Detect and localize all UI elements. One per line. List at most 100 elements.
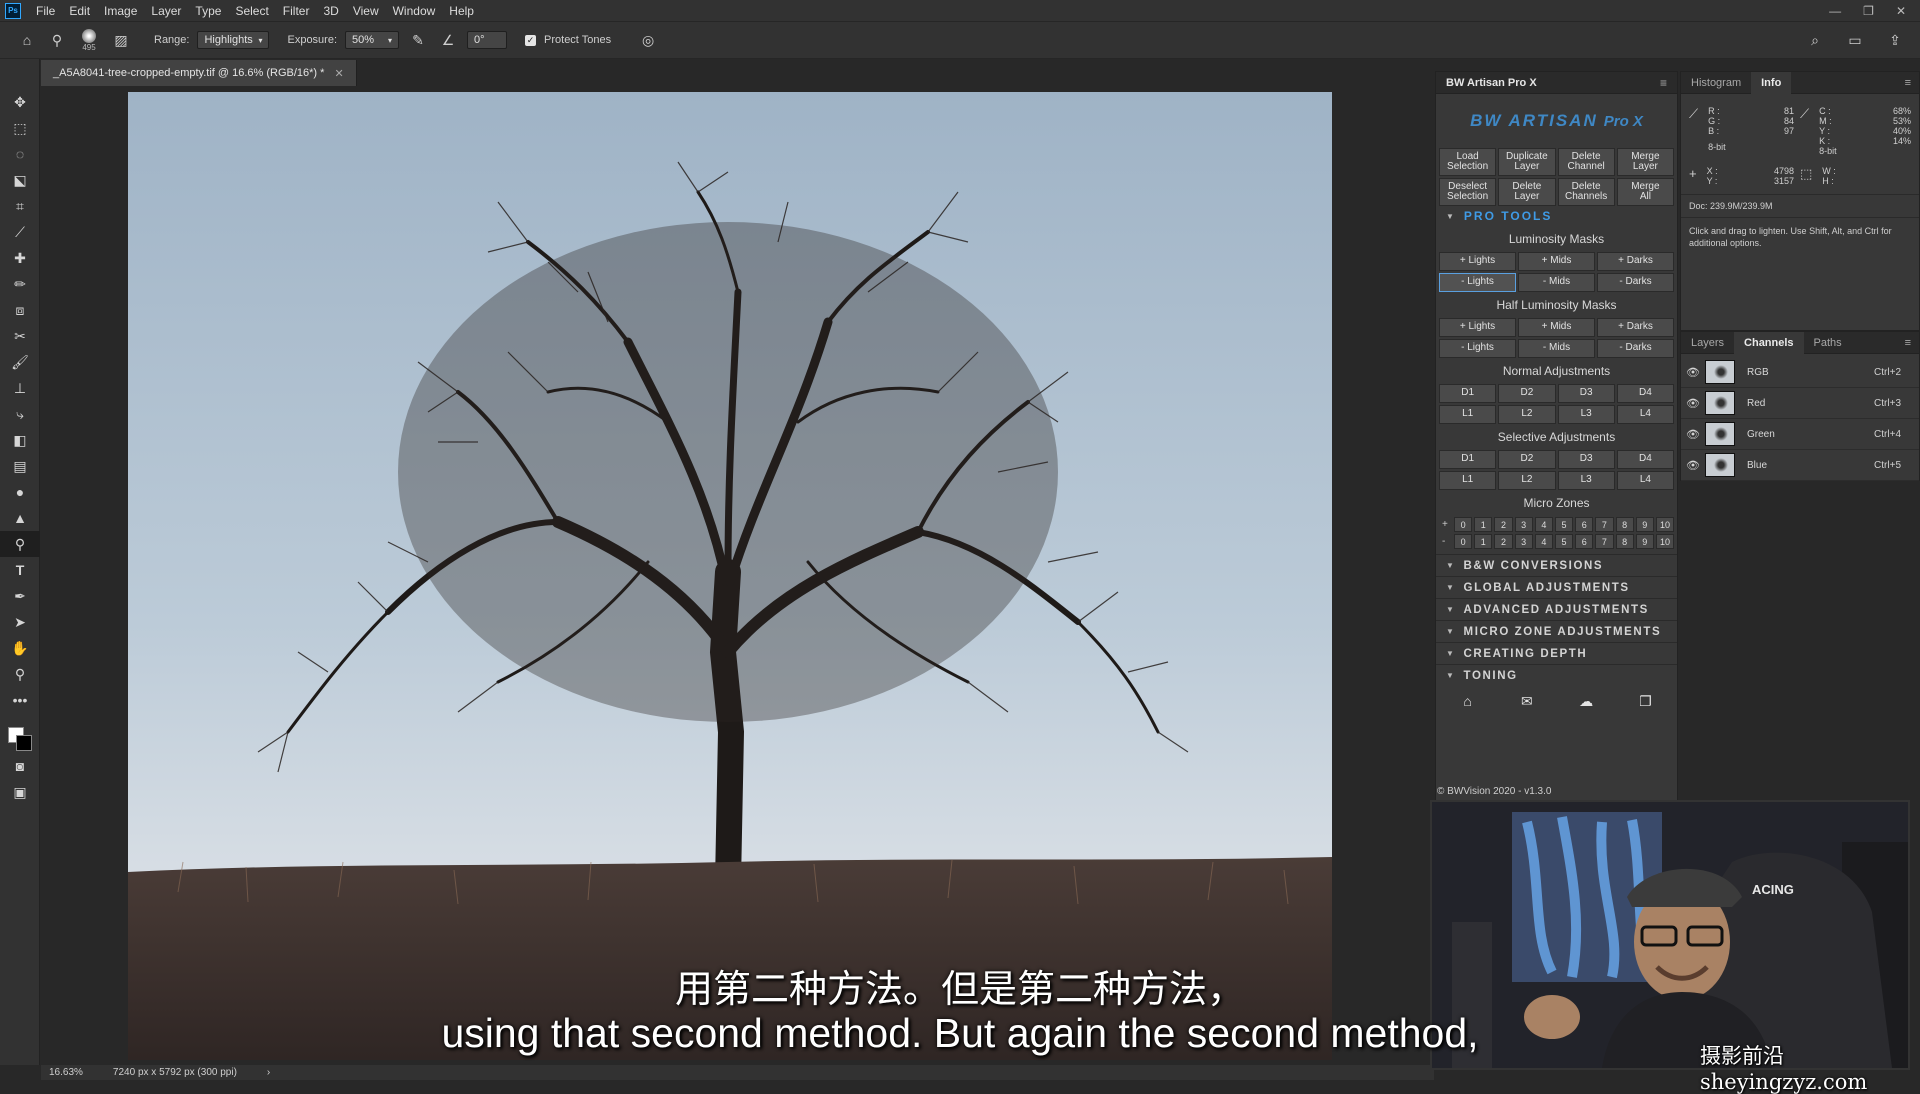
range-select[interactable]: Highlights ▾ [197,31,270,49]
normal-adjustment-button[interactable]: D1 [1439,384,1497,403]
normal-adjustment-button[interactable]: D3 [1557,384,1615,403]
collapsible-section[interactable]: ▼ B&W CONVERSIONS [1436,554,1677,576]
normal-adjustment-button[interactable]: L3 [1557,405,1615,424]
micro-zone-button[interactable]: 0 [1454,517,1473,532]
collapsible-section[interactable]: ▼ ADVANCED ADJUSTMENTS [1436,598,1677,620]
tab-channels[interactable]: Channels [1734,331,1804,354]
crop-tool-icon[interactable]: ⌗ [0,193,40,219]
paint-brush-icon[interactable]: 🖌 [0,349,40,375]
airbrush-icon[interactable]: ✎ [407,32,429,49]
menu-layer[interactable]: Layer [144,4,188,18]
quick-mask-icon[interactable]: ◙ [0,753,40,779]
luminosity-button[interactable]: - Mids [1518,273,1595,292]
protect-tones-checkbox[interactable]: ✓ [525,34,537,46]
micro-zone-button[interactable]: 7 [1595,534,1614,549]
color-swatches[interactable] [0,713,39,753]
clone-stamp-tool-icon[interactable]: ⧈ [0,297,40,323]
home-icon[interactable]: ⌂ [1439,689,1496,713]
history-brush-tool-icon[interactable]: ✂ [0,323,40,349]
micro-zone-button[interactable]: 10 [1655,517,1675,532]
object-select-tool-icon[interactable]: ⬕ [0,167,40,193]
artisan-button-merge-all[interactable]: Merge All [1616,178,1674,206]
micro-zone-button[interactable]: 8 [1615,534,1634,549]
zoom-level[interactable]: 16.63% [49,1067,83,1078]
collapsible-section[interactable]: ▼ GLOBAL ADJUSTMENTS [1436,576,1677,598]
hand-tool-icon[interactable]: ✋ [0,635,40,661]
screen-mode-icon[interactable]: ▣ [0,779,40,805]
micro-zone-button[interactable]: 6 [1575,534,1594,549]
brush-preset-picker[interactable]: 495 [76,28,102,52]
panel-menu-icon[interactable]: ≡ [1660,76,1667,90]
channel-row-rgb[interactable]: 👁 RGB Ctrl+2 [1681,357,1919,388]
visibility-eye-icon[interactable]: 👁 [1681,459,1705,472]
pen-tool-icon[interactable]: ✒ [0,583,40,609]
normal-adjustment-button[interactable]: L1 [1439,405,1497,424]
zoom-tool-icon[interactable]: ⚲ [0,661,40,687]
half-luminosity-button[interactable]: - Mids [1518,339,1595,358]
micro-zone-button[interactable]: 4 [1534,517,1553,532]
selective-adjustment-button[interactable]: L1 [1439,471,1497,490]
visibility-eye-icon[interactable]: 👁 [1681,397,1705,410]
micro-zone-button[interactable]: 8 [1615,517,1634,532]
dodge-tool-preset-icon[interactable]: ⚲ [46,32,68,49]
collapsible-section[interactable]: ▼ MICRO ZONE ADJUSTMENTS [1436,620,1677,642]
micro-zone-button[interactable]: 10 [1655,534,1675,549]
close-window-icon[interactable]: ✕ [1896,4,1906,18]
selective-adjustment-button[interactable]: L4 [1616,471,1674,490]
half-luminosity-button[interactable]: - Darks [1597,339,1674,358]
stamp-icon[interactable]: ⊥ [0,375,40,401]
normal-adjustment-button[interactable]: D2 [1498,384,1556,403]
half-luminosity-button[interactable]: + Lights [1439,318,1516,337]
workspace-icon[interactable]: ▭ [1844,32,1866,49]
selective-adjustment-button[interactable]: D3 [1557,450,1615,469]
menu-image[interactable]: Image [97,4,144,18]
menu-view[interactable]: View [346,4,386,18]
micro-zone-button[interactable]: 9 [1635,534,1654,549]
channel-row-red[interactable]: 👁 Red Ctrl+3 [1681,388,1919,419]
micro-zone-button[interactable]: 3 [1514,517,1533,532]
micro-zone-button[interactable]: 2 [1494,534,1513,549]
collapsible-section[interactable]: ▼ CREATING DEPTH [1436,642,1677,664]
exposure-select[interactable]: 50% ▾ [345,31,400,49]
luminosity-button[interactable]: - Lights [1439,273,1516,292]
menu-edit[interactable]: Edit [62,4,97,18]
tab-layers[interactable]: Layers [1681,332,1734,354]
restore-icon[interactable]: ❐ [1863,4,1874,18]
artisan-button-merge-layer[interactable]: Merge Layer [1616,148,1674,176]
eyedropper-tool-icon[interactable]: ⟋ [0,219,40,245]
menu-file[interactable]: File [29,4,62,18]
artisan-button-duplicate-layer[interactable]: Duplicate Layer [1498,148,1556,176]
luminosity-button[interactable]: + Mids [1518,252,1595,271]
micro-zone-button[interactable]: 6 [1575,517,1594,532]
sharpen-tool-icon[interactable]: ▲ [0,505,40,531]
half-luminosity-button[interactable]: + Darks [1597,318,1674,337]
close-tab-icon[interactable]: ✕ [334,67,343,80]
menu-help[interactable]: Help [442,4,481,18]
share-icon[interactable]: ⇪ [1884,32,1906,49]
spot-healing-tool-icon[interactable]: ✚ [0,245,40,271]
art-history-brush-icon[interactable]: ⤷ [0,401,40,427]
brush-tool-icon[interactable]: ✏ [0,271,40,297]
background-color-swatch[interactable] [16,735,32,751]
menu-window[interactable]: Window [386,4,443,18]
mail-icon[interactable]: ✉ [1498,689,1555,713]
tab-paths[interactable]: Paths [1804,332,1852,354]
micro-zone-button[interactable]: 0 [1454,534,1473,549]
brush-settings-icon[interactable]: ▨ [110,32,132,49]
menu-filter[interactable]: Filter [276,4,317,18]
eraser-tool-icon[interactable]: ◧ [0,427,40,453]
menu-3d[interactable]: 3D [316,4,345,18]
document-tab[interactable]: _A5A8041-tree-cropped-empty.tif @ 16.6% … [41,60,357,86]
home-icon[interactable]: ⌂ [16,32,38,48]
half-luminosity-button[interactable]: - Lights [1439,339,1516,358]
search-icon[interactable]: ⌕ [1804,32,1826,49]
normal-adjustment-button[interactable]: L4 [1616,405,1674,424]
selective-adjustment-button[interactable]: D1 [1439,450,1497,469]
cloud-download-icon[interactable]: ☁ [1558,689,1615,713]
collapsible-section[interactable]: ▼ TONING [1436,664,1677,686]
luminosity-button[interactable]: + Darks [1597,252,1674,271]
luminosity-button[interactable]: + Lights [1439,252,1516,271]
menu-select[interactable]: Select [228,4,275,18]
blur-tool-icon[interactable]: ● [0,479,40,505]
channel-row-green[interactable]: 👁 Green Ctrl+4 [1681,419,1919,450]
